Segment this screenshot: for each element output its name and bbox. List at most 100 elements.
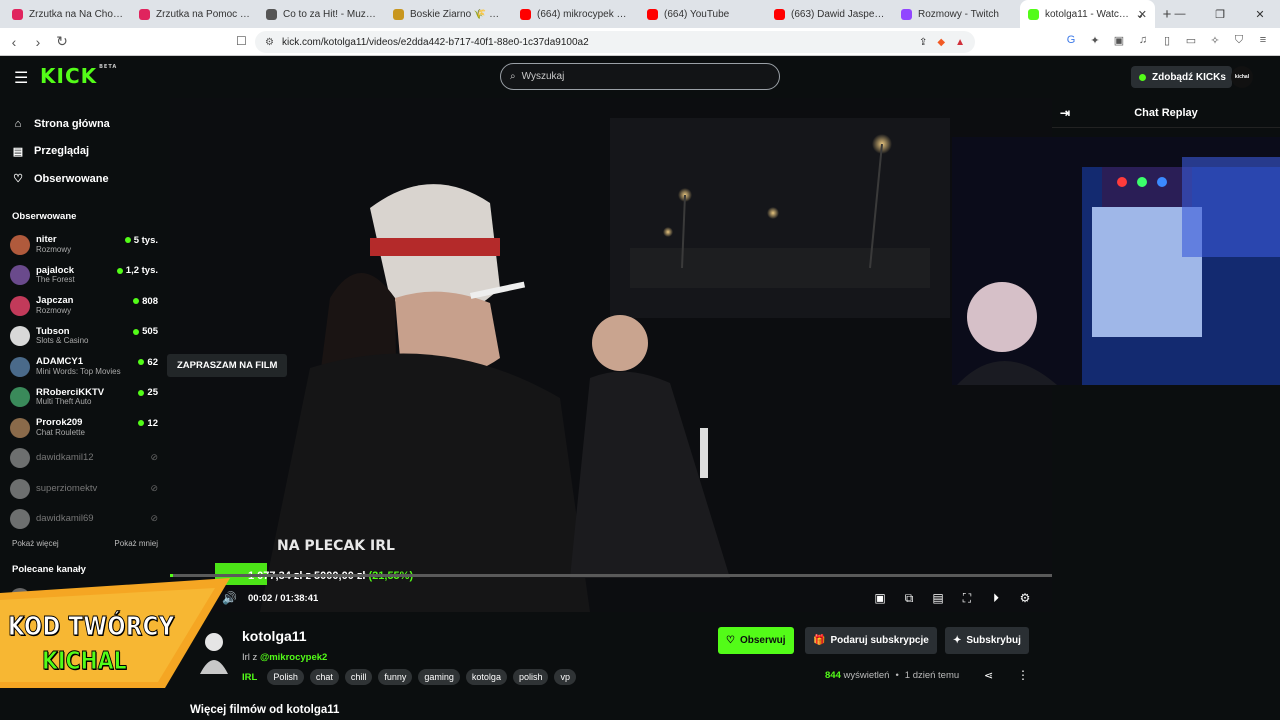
sidebar-nav-item[interactable]: ▤ Przeglądaj [0, 138, 170, 166]
translate-icon[interactable]: G [1064, 33, 1078, 47]
show-more-button[interactable]: Pokaż więcej [12, 539, 59, 548]
category-link[interactable]: IRL [242, 672, 257, 683]
video-player[interactable]: NA PLECAK IRL 1 077,34 zł z 5000,00 zł (… [170, 98, 1052, 612]
brave-shield-icon[interactable]: ◆ [937, 37, 945, 48]
tag-chip[interactable]: vp [554, 669, 576, 685]
extensions-icon[interactable]: ✦ [1088, 33, 1102, 47]
sidebar-nav-label: Przeglądaj [34, 145, 90, 158]
share-page-icon[interactable]: ⇪ [919, 37, 927, 48]
gift-subs-button[interactable]: 🎁 Podaruj subskrypcje [805, 627, 937, 654]
channel-info: pajalock The Forest [36, 265, 75, 285]
channel-item[interactable]: dawidkamil12 ⊘ [0, 443, 170, 474]
channel-item[interactable]: Tubson Slots & Casino 505 [0, 321, 170, 352]
settings-icon[interactable]: ⚙ [1018, 591, 1032, 605]
sidebar-nav-label: Obserwowane [34, 172, 109, 185]
sidebar-nav-item[interactable]: ♡ Obserwowane [0, 165, 170, 193]
minimize-icon[interactable]: — [1160, 0, 1200, 28]
close-window-icon[interactable]: ✕ [1240, 0, 1280, 28]
site-info-icon[interactable]: ⚙ [265, 37, 274, 48]
seek-bar[interactable] [170, 574, 1052, 577]
fullscreen-icon[interactable]: ⛶ [960, 591, 974, 605]
mention-link[interactable]: @mikrocypek2 [260, 652, 327, 663]
search-input[interactable]: ⌕ Wyszukaj [500, 63, 780, 90]
url-field[interactable]: ⚙ kick.com/kotolga11/videos/e2dda442-b71… [255, 31, 975, 53]
address-bar: ‹ › ↻ ☐ ⚙ kick.com/kotolga11/videos/e2dd… [0, 28, 1280, 56]
channel-info: Tubson Slots & Casino [36, 326, 88, 346]
current-time: 00:02 [248, 592, 273, 604]
screenshot-icon[interactable]: ▣ [1112, 33, 1126, 47]
share-icon[interactable]: ⋖ [984, 669, 993, 682]
viewer-count-text: 505 [142, 326, 158, 337]
browser-tab[interactable]: Zrzutka na Na Chore Osoby [4, 0, 131, 28]
browser-tab[interactable]: (663) Dawid Jasper - Bicie [766, 0, 893, 28]
theater-mode-icon[interactable]: ⧉ [902, 591, 916, 605]
miniplayer-icon[interactable]: ▣ [873, 591, 887, 605]
hamburger-menu-icon[interactable]: ☰ [14, 68, 28, 88]
subscribe-label: Subskrybuj [966, 635, 1021, 646]
tag-chip[interactable]: chat [309, 669, 339, 685]
bookmark-icon[interactable]: ☐ [236, 34, 247, 48]
back-icon[interactable]: ‹ [4, 34, 24, 50]
collapse-chat-icon[interactable]: ⇥ [1060, 106, 1070, 120]
channel-name: ADAMCY1 [36, 356, 83, 368]
window-dropdown-icon[interactable]: ⌄ [1120, 0, 1160, 28]
channel-item[interactable]: ADAMCY1 Mini Words: Top Movies 62 [0, 352, 170, 383]
browser-tab[interactable]: Rozmowy - Twitch [893, 0, 1020, 28]
follow-button[interactable]: ♡ Obserwuj [718, 627, 794, 654]
channel-item[interactable]: RRoberciKKTV Multi Theft Auto 25 [0, 382, 170, 413]
logo-beta: BETA [99, 64, 118, 70]
maximize-icon[interactable]: ❐ [1200, 0, 1240, 28]
forward-icon[interactable]: › [28, 34, 48, 50]
wallet-icon[interactable]: ▭ [1184, 33, 1198, 47]
heart-icon: ♡ [726, 635, 735, 646]
channel-item[interactable]: pajalock The Forest 1,2 tys. [0, 260, 170, 291]
live-dot-icon [133, 328, 140, 335]
channel-item[interactable]: superziomektv ⊘ [0, 474, 170, 505]
sidebar-icon[interactable]: ▯ [1160, 33, 1174, 47]
channel-info: dawidkamil12 [36, 452, 94, 463]
tag-chip[interactable]: kotolga [465, 669, 507, 685]
channel-item[interactable]: Prorok209 Chat Roulette 12 [0, 413, 170, 444]
tag-chip[interactable]: Polish [267, 669, 304, 685]
creator-code-line2: KICHAL [42, 646, 127, 676]
viewer-count-text: 1,2 tys. [125, 265, 158, 276]
playback-speed-icon[interactable]: ⏵ [989, 591, 1003, 605]
reload-icon[interactable]: ↻ [52, 33, 72, 50]
music-icon[interactable]: ♫ [1136, 33, 1150, 47]
tag-chip[interactable]: chill [344, 669, 373, 685]
browser-tab[interactable]: (664) mikrocypek kotolga [512, 0, 639, 28]
more-options-icon[interactable]: ⋮ [1017, 668, 1029, 682]
channel-avatar [10, 448, 30, 469]
browser-tab[interactable]: Boskie Ziarno 🌾 Rekordy [385, 0, 512, 28]
streamer-name[interactable]: kotolga11 [242, 628, 307, 644]
user-avatar[interactable]: kichal [1231, 66, 1253, 88]
channel-item[interactable]: dawidkamil69 ⊘ [0, 504, 170, 535]
sidebar-nav-item[interactable]: ⌂ Strona główna [0, 110, 170, 138]
tag-chip[interactable]: funny [378, 669, 413, 685]
tab-title: (664) mikrocypek kotolga [537, 8, 631, 20]
pip-icon[interactable]: ▤ [931, 591, 945, 605]
channel-info: ADAMCY1 Mini Words: Top Movies [36, 356, 121, 376]
duration: 01:38:41 [280, 592, 319, 604]
tag-chip[interactable]: gaming [418, 669, 460, 685]
kick-logo[interactable]: KICK BETA [40, 64, 117, 88]
browser-tab[interactable]: Zrzutka na Pomoc dla Mał [131, 0, 258, 28]
tag-chip[interactable]: polish [512, 669, 549, 685]
leo-icon[interactable]: ✧ [1208, 33, 1222, 47]
subscribe-button[interactable]: ✦ Subskrybuj [945, 627, 1029, 654]
vpn-icon[interactable]: ⛉ [1232, 33, 1246, 47]
channel-item[interactable]: niter Rozmowy 5 tys. [0, 230, 170, 261]
browser-tab[interactable]: Co to za Hit! - Muzyczny Q [258, 0, 385, 28]
channel-item[interactable]: Japczan Rozmowy 808 [0, 291, 170, 322]
browser-tab[interactable]: (664) YouTube [639, 0, 766, 28]
tab-favicon-icon [12, 8, 23, 20]
time-ago: 1 dzień temu [904, 670, 960, 681]
show-less-button[interactable]: Pokaż mniej [114, 539, 158, 548]
browser-tab-bar: Zrzutka na Na Chore Osoby Zrzutka na Pomo… [0, 0, 1280, 28]
brave-rewards-icon[interactable]: ▲ [955, 37, 965, 48]
get-kicks-button[interactable]: Zdobądź KICKs [1131, 66, 1232, 88]
recommended-section-title: Polecane kanały [12, 563, 86, 575]
time-separator: / [274, 592, 278, 604]
menu-icon[interactable]: ≡ [1256, 33, 1270, 47]
channel-avatar [10, 417, 30, 438]
